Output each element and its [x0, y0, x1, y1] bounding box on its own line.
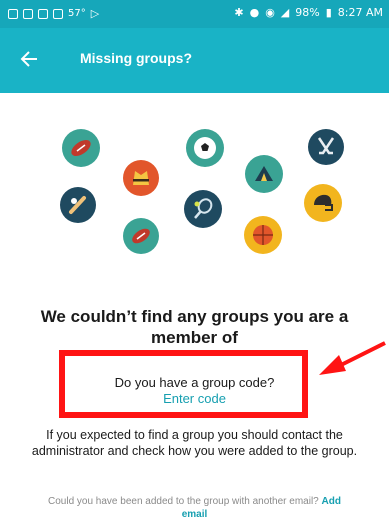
bluetooth-icon: ✱	[234, 6, 244, 19]
notification-icons: 57° ▷	[8, 7, 99, 20]
notification-icon	[53, 8, 63, 19]
battery-icon: ▮	[325, 6, 332, 19]
notification-icon	[38, 8, 48, 19]
explanation-text: If you expected to find a group you shou…	[31, 428, 358, 458]
arrow-annotation-icon	[319, 341, 386, 375]
judo-icon	[123, 160, 159, 196]
football-icon	[123, 218, 159, 254]
arrow-back-icon	[20, 51, 37, 67]
football-icon	[62, 129, 100, 167]
empty-state-headline: We couldn’t find any groups you are a me…	[40, 307, 349, 347]
weather-text: 57°	[68, 8, 86, 19]
page-title: Missing groups?	[80, 50, 192, 66]
play-icon: ▷	[90, 7, 100, 20]
status-bar: 57° ▷ ✱ ● ◉ ◢ 98% ▮ 8:27 AM	[0, 0, 389, 28]
other-email-text: Could you have been added to the group w…	[48, 496, 319, 507]
battery-percent: 98%	[295, 6, 320, 19]
notification-icon	[23, 8, 33, 19]
clock: 8:27 AM	[337, 6, 383, 19]
system-icons: ✱ ● ◉ ◢ 98% ▮ 8:27 AM	[234, 6, 383, 19]
highlight-box	[59, 350, 308, 418]
football-helmet-icon	[304, 184, 342, 222]
soccer-ball-icon	[186, 129, 224, 167]
basketball-icon	[244, 216, 282, 254]
alarm-icon: ●	[249, 6, 260, 19]
other-email-hint: Could you have been added to the group w…	[38, 495, 351, 521]
back-button[interactable]	[12, 42, 46, 76]
wifi-icon: ◉	[265, 6, 275, 19]
app-bar: Missing groups?	[0, 28, 389, 93]
hockey-sticks-icon	[308, 129, 344, 165]
notification-icon	[8, 8, 18, 19]
baseball-icon	[60, 187, 96, 223]
tent-icon	[245, 155, 283, 193]
tennis-icon	[184, 190, 222, 228]
signal-icon: ◢	[280, 6, 290, 19]
